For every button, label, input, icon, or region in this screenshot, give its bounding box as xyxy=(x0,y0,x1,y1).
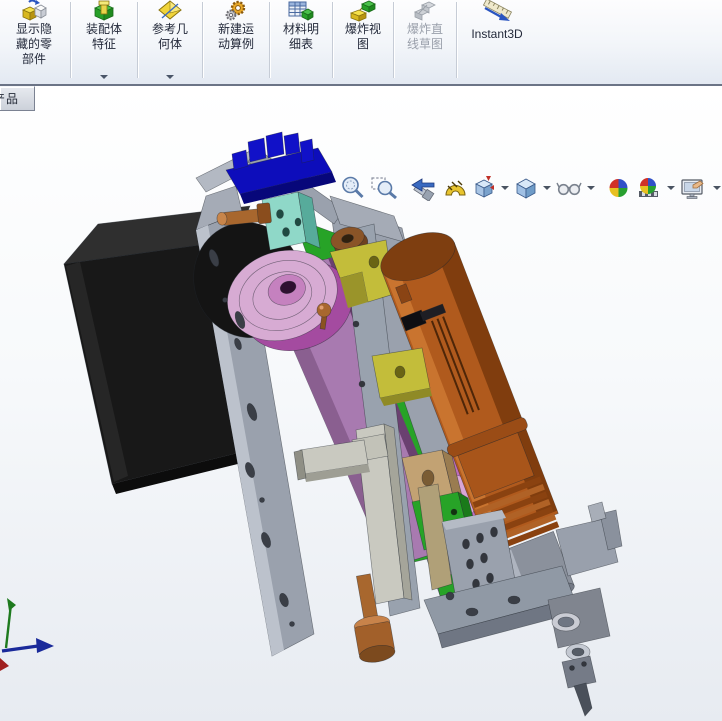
toolbar-separator xyxy=(70,2,71,78)
view-settings-dropdown-arrow[interactable] xyxy=(713,186,721,190)
orientation-triad xyxy=(0,598,54,671)
toolbar-separator xyxy=(456,2,457,78)
reference-geometry-button[interactable]: 参考几 何体 xyxy=(140,0,200,84)
dropdown-arrow-icon[interactable] xyxy=(166,75,174,79)
feature-tree-tab[interactable]: 产品 xyxy=(0,86,35,111)
previous-view-icon xyxy=(411,178,435,201)
toolbar-separator xyxy=(393,2,394,78)
instant3d-button[interactable]: Instant3D xyxy=(459,0,535,84)
section-view-icon xyxy=(445,180,466,196)
zoom-to-fit-button[interactable] xyxy=(338,174,367,202)
model-yellow-clamp-lower[interactable] xyxy=(371,347,432,406)
new-motion-study-button[interactable]: 新建运 动算例 xyxy=(205,0,267,84)
apply-scene-button[interactable] xyxy=(634,174,664,202)
hide-show-items-icon xyxy=(556,182,582,196)
view-orientation-icon xyxy=(475,176,494,198)
toolbar-separator xyxy=(332,2,333,78)
model-guide-bracket[interactable] xyxy=(293,423,413,605)
previous-view-button[interactable] xyxy=(408,174,440,202)
hide-show-items-dropdown-arrow[interactable] xyxy=(587,186,595,190)
view-settings-icon xyxy=(681,179,704,199)
feature-tree-tab-label: 产品 xyxy=(0,92,20,106)
toolbar-separator xyxy=(137,2,138,78)
apply-scene-dropdown-arrow[interactable] xyxy=(667,186,675,190)
section-view-button[interactable] xyxy=(441,174,469,202)
edit-appearance-button[interactable] xyxy=(604,174,633,202)
exploded-view-icon xyxy=(350,0,376,22)
hide-show-items-button[interactable] xyxy=(554,174,584,202)
view-orientation-button[interactable] xyxy=(470,174,498,202)
assembly-features-icon xyxy=(91,0,117,22)
command-toolbar: 显示隐 藏的零 部件 装配体 特征 参考几 何体 新建运 动算例 材料明 细表 … xyxy=(0,0,722,86)
zoom-to-fit-icon xyxy=(342,176,364,199)
bill-of-materials-button[interactable]: 材料明 细表 xyxy=(272,0,330,84)
assembly-features-button[interactable]: 装配体 特征 xyxy=(73,0,135,84)
display-style-button[interactable] xyxy=(512,174,540,202)
toolbar-separator xyxy=(202,2,203,78)
edit-appearance-icon xyxy=(609,179,628,197)
apply-scene-icon xyxy=(639,178,658,197)
model-spindle-needle[interactable] xyxy=(547,587,611,717)
explode-line-sketch-button: 爆炸直 线草图 xyxy=(396,0,454,84)
heads-up-view-toolbar xyxy=(338,174,722,202)
button-label: 显示隐 xyxy=(15,22,52,36)
view-settings-button[interactable] xyxy=(678,174,710,202)
bill-of-materials-icon xyxy=(287,0,315,22)
dropdown-arrow-icon[interactable] xyxy=(100,75,108,79)
view-orientation-dropdown-arrow[interactable] xyxy=(501,186,509,190)
show-hidden-components-icon xyxy=(19,0,49,22)
zoom-to-area-icon xyxy=(371,177,397,200)
reference-geometry-icon xyxy=(157,0,183,22)
toolbar-separator xyxy=(269,2,270,78)
display-style-dropdown-arrow[interactable] xyxy=(543,186,551,190)
display-style-icon xyxy=(516,178,536,199)
exploded-view-button[interactable]: 爆炸视 图 xyxy=(335,0,391,84)
new-motion-study-icon xyxy=(223,0,249,22)
explode-line-sketch-icon xyxy=(412,0,438,22)
instant3d-icon xyxy=(477,0,517,22)
zoom-to-area-button[interactable] xyxy=(368,174,400,202)
graphics-area[interactable]: Z xyxy=(0,86,722,721)
show-hidden-components-button[interactable]: 显示隐 藏的零 部件 xyxy=(0,0,68,84)
